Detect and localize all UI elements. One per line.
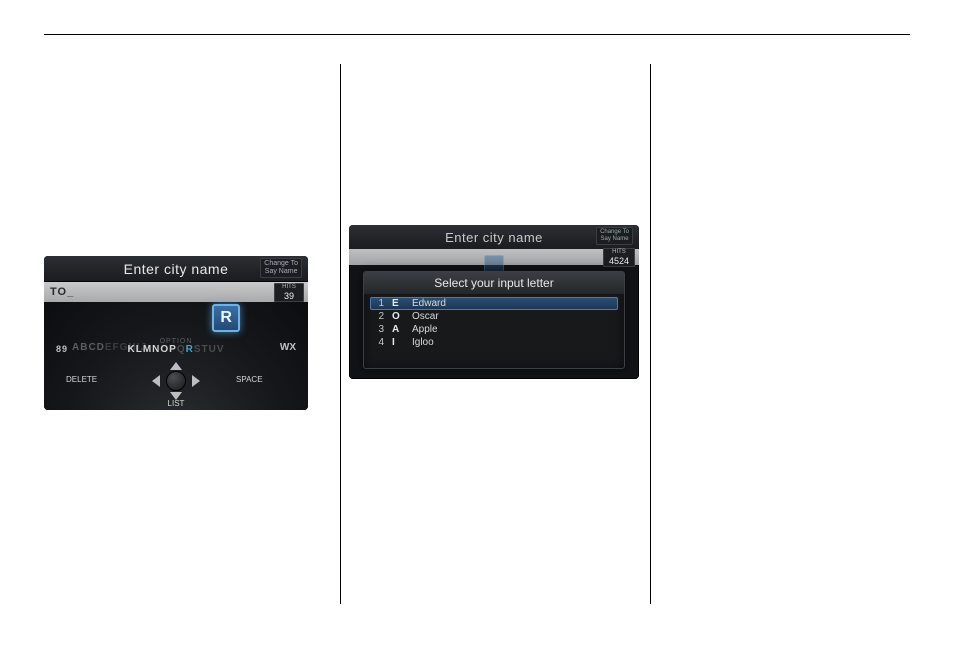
arc-letters-right: WX [280,342,296,353]
letter-option-row[interactable]: 4 I Igloo [370,336,618,349]
hits-label: HITS [609,249,629,256]
arc-bright-left: ABCD [72,342,105,353]
row-word: Apple [412,324,614,335]
nav-left-icon[interactable] [152,375,160,387]
row-index: 1 [374,298,384,309]
screen-header: Enter city name Change To Say Name [349,225,639,249]
nav-right-icon[interactable] [192,375,200,387]
delete-label[interactable]: DELETE [66,375,97,384]
nav-up-icon[interactable] [170,362,182,370]
row-index: 2 [374,311,384,322]
hits-label: HITS [280,284,298,291]
input-letter-modal: Select your input letter 1 E Edward 2 O … [363,271,625,369]
letter-option-row[interactable]: 2 O Oscar [370,310,618,323]
row-letter: A [392,324,404,335]
hits-counter: HITS 4524 [603,248,635,267]
hits-value: 39 [280,291,298,301]
change-to-say-name-button[interactable]: Change To Say Name [260,258,302,278]
hits-counter: HITS 39 [274,283,304,302]
control-knob-icon[interactable] [166,371,186,391]
screen-title: Enter city name [124,261,229,277]
letter-option-row[interactable]: 1 E Edward [370,297,618,310]
row-letter: O [392,311,404,322]
enter-city-name-keyboard-screen: Enter city name Change To Say Name TO_ H… [44,256,308,410]
row-letter: I [392,337,404,348]
space-label[interactable]: SPACE [236,375,263,384]
row-word: Edward [412,298,614,309]
letter-option-row[interactable]: 3 A Apple [370,323,618,336]
screen-title: Enter city name [445,230,543,245]
select-input-letter-screen: Enter city name Change To Say Name HITS … [349,225,639,379]
arc-numbers: 89 [56,344,68,354]
column-divider-2 [650,64,651,604]
page-top-rule [44,34,910,35]
row-index: 4 [374,337,384,348]
arc-letters-center: KLMNOPQRSTUV [127,344,224,355]
nav-middle-row [152,371,200,391]
nav-controls [152,362,200,400]
arc-q: Q [177,344,186,355]
input-row: TO_ HITS 39 [44,282,308,302]
screen-header: Enter city name Change To Say Name [44,256,308,282]
modal-title: Select your input letter [364,272,624,295]
row-word: Oscar [412,311,614,322]
column-divider-1 [340,64,341,604]
row-letter: E [392,298,404,309]
change-to-say-name-button[interactable]: Change To Say Name [596,227,633,245]
row-index: 3 [374,324,384,335]
arc-center-bright: KLMNOP [127,344,176,355]
row-word: Igloo [412,337,614,348]
hits-value: 4524 [609,256,629,266]
list-label[interactable]: LIST [168,399,185,408]
city-name-input[interactable]: TO_ [44,286,74,298]
option-label: OPTION [160,338,193,345]
letter-options-list: 1 E Edward 2 O Oscar 3 A Apple 4 I Igloo [364,295,624,351]
letter-wheel-area[interactable]: R 89 ABCDEFGHIJ KLMNOPQRSTUV WX OPTION D… [44,302,308,410]
arc-dim-right: STUV [194,344,225,355]
